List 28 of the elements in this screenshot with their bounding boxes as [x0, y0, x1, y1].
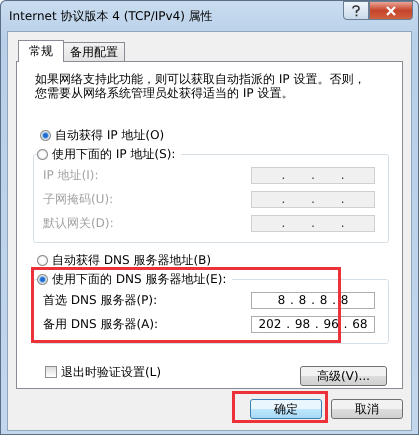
ip-address-field[interactable]: 8 . 8 . 8 . 8 [251, 292, 375, 308]
radio-button[interactable] [37, 254, 48, 266]
tab[interactable]: 备用配置 [63, 42, 125, 61]
description-text: 如果网络支持此功能，则可以获取自动指派的 IP 设置。否则，您需要从网络系统管理员处获得适当的 IP 设置。 [35, 72, 366, 100]
field-label: 子网掩码(U): [43, 190, 114, 208]
field-label: 备用 DNS 服务器(A): [43, 316, 158, 332]
radio-button[interactable] [40, 130, 51, 140]
field-label: 默认网关(D): [43, 214, 114, 232]
radio-label: 自动获得 DNS 服务器地址(B) [52, 252, 212, 268]
tab[interactable]: 常规 [18, 40, 64, 62]
advanced-button[interactable]: 高级(V)... [300, 366, 387, 386]
ip-address-field[interactable]: 202 . 98 . 96 . 68 [251, 316, 375, 332]
help-button[interactable] [343, 1, 369, 20]
help-icon [351, 4, 361, 16]
radio-label: 使用下面的 IP 地址(S): [52, 146, 176, 162]
cancel-button[interactable]: 取消 [331, 399, 403, 419]
radio-button[interactable] [37, 274, 48, 284]
checkbox-label: 退出时验证设置(L) [61, 364, 162, 380]
close-button[interactable] [369, 1, 413, 20]
field-label: 首选 DNS 服务器(P): [43, 292, 158, 308]
close-icon [385, 6, 397, 16]
radio-label: 使用下面的 DNS 服务器地址(E): [52, 270, 226, 288]
field-label: IP 地址(I): [43, 166, 99, 184]
checkbox[interactable] [45, 366, 57, 378]
window-title: Internet 协议版本 4 (TCP/IPv4) 属性 [9, 8, 213, 24]
ok-button[interactable]: 确定 [250, 399, 322, 419]
radio-button[interactable] [37, 148, 48, 160]
radio-label: 自动获得 IP 地址(O) [55, 126, 164, 144]
